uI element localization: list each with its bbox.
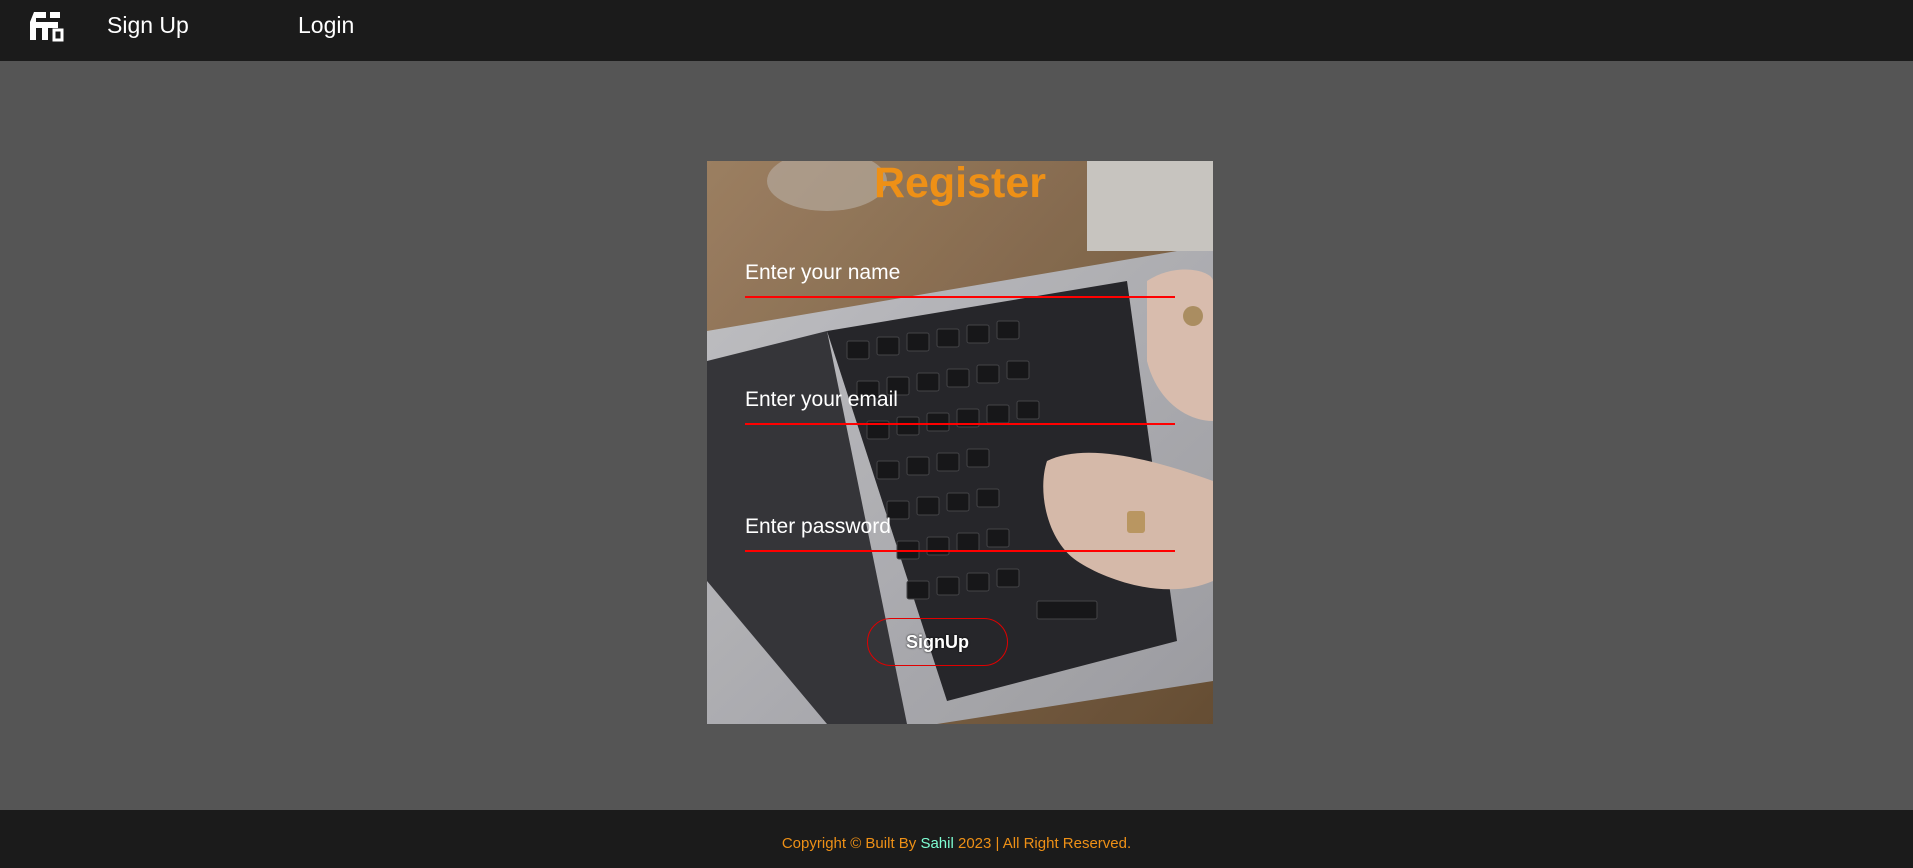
copyright-prefix: Copyright © Built By [781, 835, 921, 852]
copyright-text: Copyright © Built By Sahil 2023 | All Ri… [0, 835, 1913, 852]
author-name: Sahil [920, 835, 954, 852]
nav-signup-link[interactable]: Sign Up [107, 12, 189, 39]
register-card: Register SignUp [707, 161, 1213, 724]
top-navbar: Sign Up Login [0, 0, 1913, 61]
signup-button[interactable]: SignUp [867, 618, 1008, 666]
email-input[interactable] [745, 377, 1175, 425]
brand-logo-icon[interactable] [26, 8, 66, 44]
copyright-suffix: 2023 | All Right Reserved. [953, 835, 1132, 852]
name-input[interactable] [745, 250, 1175, 298]
footer: Copyright © Built By Sahil 2023 | All Ri… [0, 810, 1913, 868]
register-title: Register [873, 161, 1047, 207]
nav-login-link[interactable]: Login [298, 12, 354, 39]
password-input[interactable] [745, 504, 1175, 552]
